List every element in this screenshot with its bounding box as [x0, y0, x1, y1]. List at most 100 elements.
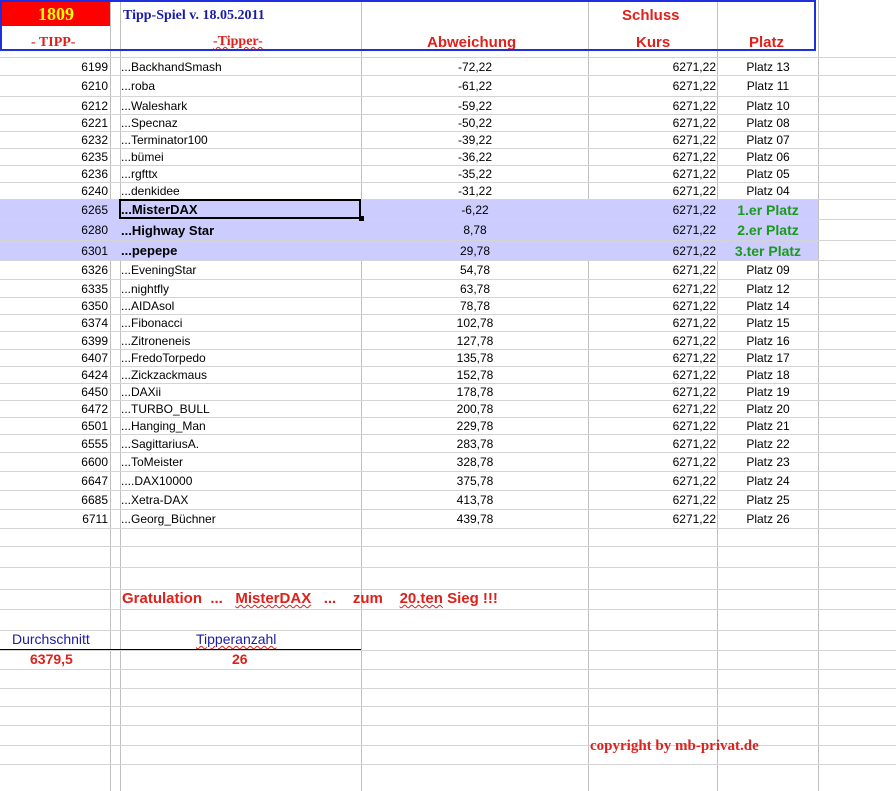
tipper-name-cell[interactable]: ...DAXii	[121, 384, 361, 400]
abweichung-cell[interactable]: 200,78	[362, 401, 588, 417]
tipper-name-cell[interactable]: ...Terminator100	[121, 132, 361, 148]
tipp-cell[interactable]: 6326	[0, 261, 108, 279]
tipper-name-cell[interactable]: ...FredoTorpedo	[121, 350, 361, 366]
abweichung-cell[interactable]: 135,78	[362, 350, 588, 366]
tipper-name-cell[interactable]: ....DAX10000	[121, 472, 361, 490]
platz-cell[interactable]: Platz 18	[718, 367, 818, 383]
kurs-cell[interactable]: 6271,22	[589, 418, 716, 434]
platz-cell[interactable]: Platz 06	[718, 149, 818, 165]
platz-cell[interactable]: Platz 23	[718, 453, 818, 471]
tipper-name-cell[interactable]: ...BackhandSmash	[121, 58, 361, 75]
kurs-cell[interactable]: 6271,22	[589, 132, 716, 148]
kurs-cell[interactable]: 6271,22	[589, 97, 716, 114]
tipper-name-cell[interactable]: ...Highway Star	[121, 220, 361, 240]
kurs-cell[interactable]: 6271,22	[589, 200, 716, 219]
abweichung-cell[interactable]: -6,22	[362, 200, 588, 219]
tipp-cell[interactable]: 6407	[0, 350, 108, 366]
tipp-cell[interactable]: 6600	[0, 453, 108, 471]
tipper-name-cell[interactable]: ...EveningStar	[121, 261, 361, 279]
abweichung-cell[interactable]: 54,78	[362, 261, 588, 279]
tipp-cell[interactable]: 6212	[0, 97, 108, 114]
selected-cell[interactable]	[119, 199, 361, 219]
abweichung-cell[interactable]: 413,78	[362, 491, 588, 509]
abweichung-cell[interactable]: 229,78	[362, 418, 588, 434]
tipp-cell[interactable]: 6235	[0, 149, 108, 165]
kurs-cell[interactable]: 6271,22	[589, 115, 716, 131]
abweichung-cell[interactable]: 152,78	[362, 367, 588, 383]
platz-cell[interactable]: Platz 12	[718, 280, 818, 297]
platz-cell[interactable]: Platz 04	[718, 183, 818, 199]
tipper-name-cell[interactable]: ...Zitroneneis	[121, 332, 361, 349]
platz-cell[interactable]: Platz 17	[718, 350, 818, 366]
abweichung-cell[interactable]: 178,78	[362, 384, 588, 400]
tipp-cell[interactable]: 6350	[0, 298, 108, 314]
platz-cell[interactable]: Platz 10	[718, 97, 818, 114]
abweichung-cell[interactable]: -72,22	[362, 58, 588, 75]
tipp-cell[interactable]: 6236	[0, 166, 108, 182]
tipper-name-cell[interactable]: ...ToMeister	[121, 453, 361, 471]
abweichung-cell[interactable]: -36,22	[362, 149, 588, 165]
platz-cell[interactable]: Platz 21	[718, 418, 818, 434]
kurs-cell[interactable]: 6271,22	[589, 76, 716, 96]
abweichung-cell[interactable]: 8,78	[362, 220, 588, 240]
fill-handle[interactable]	[359, 216, 364, 221]
kurs-cell[interactable]: 6271,22	[589, 491, 716, 509]
tipper-name-cell[interactable]: ...rgfttx	[121, 166, 361, 182]
abweichung-cell[interactable]: -50,22	[362, 115, 588, 131]
tipp-cell[interactable]: 6240	[0, 183, 108, 199]
tipp-cell[interactable]: 6335	[0, 280, 108, 297]
abweichung-cell[interactable]: -35,22	[362, 166, 588, 182]
abweichung-cell[interactable]: 127,78	[362, 332, 588, 349]
kurs-cell[interactable]: 6271,22	[589, 384, 716, 400]
tipp-cell[interactable]: 6555	[0, 435, 108, 452]
tipp-cell[interactable]: 6301	[0, 241, 108, 260]
tipper-name-cell[interactable]: ...bümei	[121, 149, 361, 165]
abweichung-cell[interactable]: -61,22	[362, 76, 588, 96]
kurs-cell[interactable]: 6271,22	[589, 472, 716, 490]
abweichung-cell[interactable]: 439,78	[362, 510, 588, 528]
tipper-name-cell[interactable]: ...Hanging_Man	[121, 418, 361, 434]
platz-cell[interactable]: Platz 15	[718, 315, 818, 331]
tipper-name-cell[interactable]: ...SagittariusA.	[121, 435, 361, 452]
tipp-number-cell[interactable]: 1809	[2, 2, 110, 26]
platz-cell[interactable]: Platz 26	[718, 510, 818, 528]
kurs-cell[interactable]: 6271,22	[589, 510, 716, 528]
abweichung-cell[interactable]: 29,78	[362, 241, 588, 260]
tipp-cell[interactable]: 6265	[0, 200, 108, 219]
kurs-cell[interactable]: 6271,22	[589, 315, 716, 331]
kurs-cell[interactable]: 6271,22	[589, 241, 716, 260]
abweichung-cell[interactable]: 102,78	[362, 315, 588, 331]
tipp-cell[interactable]: 6232	[0, 132, 108, 148]
platz-cell[interactable]: Platz 05	[718, 166, 818, 182]
tipper-name-cell[interactable]: ...Zickzackmaus	[121, 367, 361, 383]
tipper-name-cell[interactable]: ...AIDAsol	[121, 298, 361, 314]
abweichung-cell[interactable]: 328,78	[362, 453, 588, 471]
kurs-cell[interactable]: 6271,22	[589, 453, 716, 471]
tipp-cell[interactable]: 6399	[0, 332, 108, 349]
tipper-name-cell[interactable]: ...Fibonacci	[121, 315, 361, 331]
platz-cell[interactable]: Platz 16	[718, 332, 818, 349]
abweichung-cell[interactable]: 283,78	[362, 435, 588, 452]
kurs-cell[interactable]: 6271,22	[589, 220, 716, 240]
tipp-cell[interactable]: 6210	[0, 76, 108, 96]
kurs-cell[interactable]: 6271,22	[589, 149, 716, 165]
platz-cell[interactable]: Platz 24	[718, 472, 818, 490]
durchschnitt-value[interactable]: 6379,5	[30, 651, 73, 667]
abweichung-cell[interactable]: -59,22	[362, 97, 588, 114]
kurs-cell[interactable]: 6271,22	[589, 401, 716, 417]
tipper-name-cell[interactable]: ...nightfly	[121, 280, 361, 297]
tipper-name-cell[interactable]: ...Georg_Büchner	[121, 510, 361, 528]
abweichung-cell[interactable]: 78,78	[362, 298, 588, 314]
tipper-name-cell[interactable]: ...TURBO_BULL	[121, 401, 361, 417]
abweichung-cell[interactable]: 375,78	[362, 472, 588, 490]
kurs-cell[interactable]: 6271,22	[589, 280, 716, 297]
tipp-cell[interactable]: 6199	[0, 58, 108, 75]
tipper-name-cell[interactable]: ...Waleshark	[121, 97, 361, 114]
tipp-cell[interactable]: 6280	[0, 220, 108, 240]
kurs-cell[interactable]: 6271,22	[589, 350, 716, 366]
tipp-cell[interactable]: 6501	[0, 418, 108, 434]
tipp-cell[interactable]: 6424	[0, 367, 108, 383]
tipper-name-cell[interactable]: ...denkidee	[121, 183, 361, 199]
tipp-cell[interactable]: 6647	[0, 472, 108, 490]
kurs-cell[interactable]: 6271,22	[589, 367, 716, 383]
